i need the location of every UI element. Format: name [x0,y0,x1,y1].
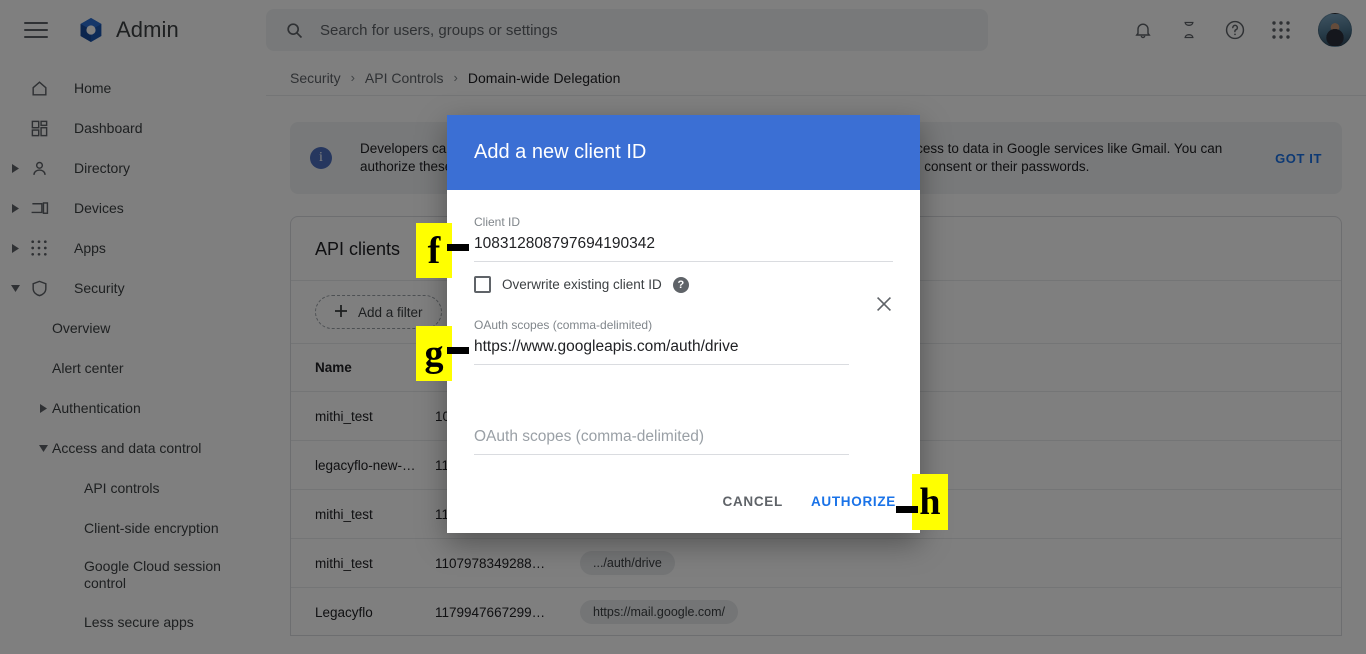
annotation-marker-h: h [912,474,948,530]
dialog-header: Add a new client ID [447,115,920,190]
client-id-label: Client ID [474,215,521,229]
help-circle-icon[interactable]: ? [672,276,689,293]
overwrite-checkbox[interactable] [474,276,491,293]
dialog-actions: CANCEL AUTHORIZE [447,469,920,533]
oauth-scope-input-empty[interactable] [474,422,849,455]
dialog-title: Add a new client ID [474,141,647,163]
oauth-scope-label: OAuth scopes (comma-delimited) [474,318,653,332]
overwrite-existing-client-id-row: Overwrite existing client ID ? [474,276,893,293]
add-client-id-dialog: Add a new client ID Client ID Overwrite … [447,115,920,533]
oauth-scope-input[interactable] [474,332,849,365]
annotation-pointer-h [896,506,918,513]
screen-root: Admin [0,0,1366,654]
overwrite-label: Overwrite existing client ID [502,277,662,292]
client-id-field: Client ID [474,215,893,262]
dialog-body: Client ID Overwrite existing client ID ?… [447,215,920,455]
oauth-scope-field-empty [474,422,849,455]
authorize-button[interactable]: AUTHORIZE [811,494,896,509]
cancel-button[interactable]: CANCEL [723,494,783,509]
annotation-pointer-g [447,347,469,354]
close-icon[interactable] [873,293,897,317]
oauth-scope-field: OAuth scopes (comma-delimited) [474,318,849,365]
client-id-input[interactable] [474,229,893,262]
annotation-pointer-f [447,244,469,251]
